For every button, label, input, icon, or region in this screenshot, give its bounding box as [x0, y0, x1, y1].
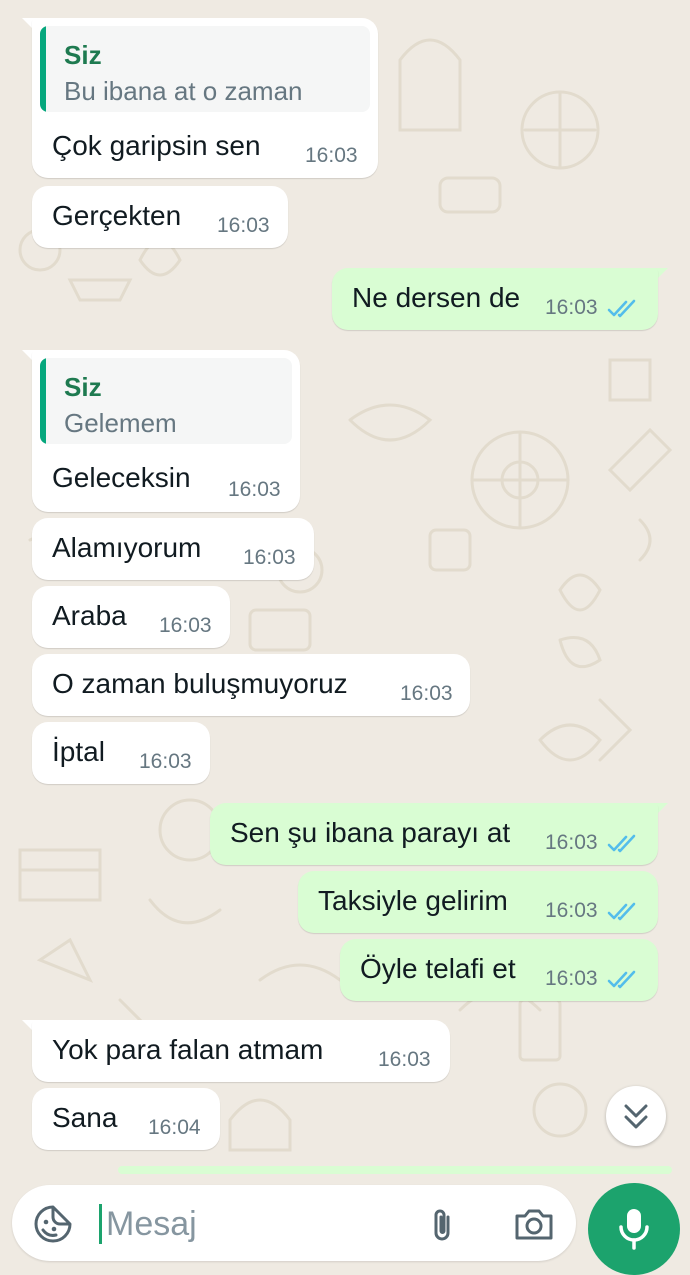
message-time: 16:03	[545, 296, 598, 319]
incoming-message[interactable]: Alamıyorum 16:03	[32, 518, 314, 580]
message-time: 16:03	[217, 214, 270, 237]
message-time: 16:04	[148, 1116, 201, 1139]
double-chevron-down-icon	[624, 1104, 648, 1129]
message-time: 16:03	[545, 967, 598, 990]
paperclip-icon	[434, 1209, 450, 1241]
read-receipt-icon	[607, 299, 636, 318]
text-cursor	[99, 1204, 102, 1244]
microphone-icon	[619, 1209, 649, 1250]
read-receipt-icon	[607, 834, 636, 853]
message-time: 16:03	[378, 1048, 431, 1071]
message-text: Çok garipsin sen	[52, 130, 261, 161]
message-text: Gerçekten	[52, 200, 182, 231]
message-text: Ne dersen de	[352, 282, 521, 313]
quoted-reply[interactable]: Siz Bu ibana at o zaman	[40, 26, 370, 112]
message-text: Öyle telafi et	[360, 953, 516, 984]
camera-button[interactable]	[512, 1203, 556, 1245]
message-time: 16:03	[545, 831, 598, 854]
sticker-icon	[34, 1205, 72, 1243]
incoming-message[interactable]: O zaman buluşmuyoruz 16:03	[32, 654, 470, 716]
quote-bar	[40, 358, 46, 444]
outgoing-message[interactable]: Öyle telafi et 16:03	[340, 939, 658, 1001]
camera-icon	[515, 1209, 553, 1240]
message-text: Araba	[52, 600, 127, 631]
scroll-to-bottom-button[interactable]	[606, 1086, 666, 1146]
message-time: 16:03	[159, 614, 212, 637]
message-text: Yok para falan atmam	[52, 1034, 324, 1065]
message-list[interactable]: Siz Bu ibana at o zaman Çok garipsin sen 16…	[0, 0, 690, 1261]
message-time: 16:03	[400, 682, 453, 705]
outgoing-message[interactable]: Taksiyle gelirim 16:03	[298, 871, 658, 933]
message-input[interactable]	[104, 1193, 408, 1255]
outgoing-message[interactable]: Ne dersen de 16:03	[332, 268, 658, 330]
quoted-reply[interactable]: Siz Gelemem	[40, 358, 292, 444]
quote-bar	[40, 26, 46, 112]
incoming-message[interactable]: İptal 16:03	[32, 722, 210, 784]
message-text: O zaman buluşmuyoruz	[52, 668, 348, 699]
composer-divider	[118, 1166, 672, 1174]
quote-author: Siz	[64, 40, 102, 70]
read-receipt-icon	[607, 970, 636, 989]
incoming-message[interactable]: Sana 16:04	[32, 1088, 220, 1150]
attach-button[interactable]	[422, 1203, 462, 1245]
quote-text: Bu ibana at o zaman	[64, 76, 303, 106]
message-text: Sen şu ibana parayı at	[230, 817, 511, 848]
message-text: Geleceksin	[52, 462, 191, 493]
incoming-message[interactable]: Siz Gelemem Geleceksin 16:03	[32, 350, 300, 512]
message-time: 16:03	[545, 899, 598, 922]
message-text: İptal	[52, 736, 105, 767]
incoming-message[interactable]: Siz Bu ibana at o zaman Çok garipsin sen 16…	[32, 18, 378, 178]
message-text: Alamıyorum	[52, 532, 202, 563]
read-receipt-icon	[607, 902, 636, 921]
message-time: 16:03	[139, 750, 192, 773]
incoming-message[interactable]: Araba 16:03	[32, 586, 230, 648]
incoming-message[interactable]: Gerçekten 16:03	[32, 186, 288, 248]
quote-author: Siz	[64, 372, 102, 402]
quote-text: Gelemem	[64, 408, 177, 438]
incoming-message[interactable]: Yok para falan atmam 16:03	[32, 1020, 450, 1082]
message-time: 16:03	[305, 144, 358, 167]
message-composer	[12, 1185, 576, 1261]
voice-message-button[interactable]	[588, 1183, 680, 1275]
message-text: Taksiyle gelirim	[318, 885, 508, 916]
outgoing-message[interactable]: Sen şu ibana parayı at 16:03	[210, 803, 658, 865]
message-time: 16:03	[228, 478, 281, 501]
message-time: 16:03	[243, 546, 296, 569]
message-text: Sana	[52, 1102, 118, 1133]
sticker-button[interactable]	[32, 1203, 74, 1245]
